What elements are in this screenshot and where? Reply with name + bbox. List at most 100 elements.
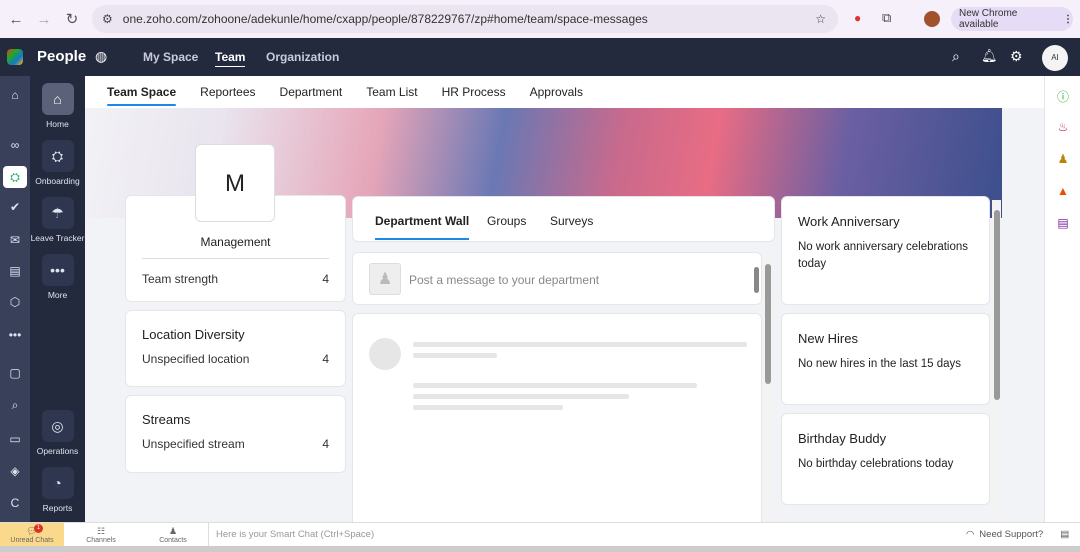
site-settings-icon[interactable]: ⚙ <box>102 12 113 26</box>
reload-icon[interactable]: ↻ <box>58 10 86 28</box>
more-apps-icon[interactable]: ••• <box>0 328 30 342</box>
search-app-icon[interactable]: ⌕ <box>0 398 30 413</box>
tab-team-space[interactable]: Team Space <box>107 76 177 108</box>
card-title: Streams <box>142 412 191 427</box>
post-composer[interactable]: ♟ Post a message to your department <box>352 252 762 305</box>
bookmark-star-icon[interactable]: ☆ <box>815 12 826 26</box>
sidebar-item-onboarding[interactable]: ⛭ Onboarding <box>30 140 85 186</box>
people-app-icon[interactable]: ⛭ <box>3 166 27 188</box>
forward-icon[interactable]: → <box>30 11 58 28</box>
feed-scrollbar-thumb[interactable] <box>765 264 771 384</box>
headset-icon: ◠ <box>966 529 975 540</box>
unread-chats-button[interactable]: 💬︎ 1 Unread Chats <box>0 523 64 546</box>
tab-hr-process[interactable]: HR Process <box>442 76 506 108</box>
globe-icon[interactable]: ◍ <box>95 48 107 65</box>
feed-scrollbar-track[interactable] <box>764 254 772 522</box>
skeleton-avatar <box>369 338 401 370</box>
unread-label: Unread Chats <box>10 537 54 544</box>
new-chrome-button[interactable]: New Chrome available ⋮ <box>951 7 1073 31</box>
tab-groups[interactable]: Groups <box>487 214 526 228</box>
bell-icon[interactable]: 🔔︎ <box>981 48 998 64</box>
c-app-icon[interactable]: C <box>0 496 30 510</box>
tab-surveys[interactable]: Surveys <box>550 214 593 228</box>
sidebar-item-home[interactable]: ⌂ Home <box>30 83 85 129</box>
wallet-icon[interactable]: ▭ <box>0 432 30 446</box>
sidebar-label: Leave Tracker <box>30 233 85 243</box>
widgets-scrollbar-thumb[interactable] <box>993 210 1000 400</box>
check-icon[interactable]: ✔ <box>0 200 30 214</box>
link-icon[interactable]: ∞ <box>0 138 30 152</box>
team-tabs: Team Space Reportees Department Team Lis… <box>85 76 1044 108</box>
notes-icon[interactable]: ▢ <box>0 366 30 380</box>
contacts-icon: ♟ <box>168 526 178 536</box>
nav-team[interactable]: Team <box>215 50 246 67</box>
post-placeholder[interactable]: Post a message to your department <box>409 273 599 287</box>
wall-tabs: Department Wall Groups Surveys <box>352 196 775 242</box>
team-strength-label: Team strength <box>142 272 219 286</box>
extensions-puzzle-icon[interactable]: ⧉ <box>882 10 891 26</box>
cube-icon[interactable]: ⬡ <box>0 295 30 309</box>
app-name: People <box>37 48 87 65</box>
chat-bar: 💬︎ 1 Unread Chats ☷ Channels ♟ Contacts He… <box>0 522 1080 546</box>
scrollbar[interactable] <box>754 267 759 293</box>
sidebar-item-leave-tracker[interactable]: ☂ Leave Tracker <box>30 197 85 243</box>
notes-icon[interactable]: ▤ <box>1055 216 1071 232</box>
tab-department-wall[interactable]: Department Wall <box>375 214 470 240</box>
home-icon: ⌂ <box>41 83 74 115</box>
tab-department[interactable]: Department <box>280 76 343 108</box>
back-icon[interactable]: ← <box>2 11 30 28</box>
need-support-button[interactable]: ◠ Need Support? ▤ <box>960 523 1069 546</box>
notes-icon[interactable]: ▤ <box>1060 529 1069 540</box>
widget-title: Birthday Buddy <box>798 431 887 446</box>
onboarding-icon: ⛭ <box>41 140 74 172</box>
location-diversity-card: Location Diversity Unspecified location 4 <box>125 310 346 387</box>
module-sidebar: ⌂ Home ⛭ Onboarding ☂ Leave Tracker ••• More… <box>30 76 85 522</box>
cake-icon[interactable]: ♨ <box>1055 120 1071 136</box>
smart-chat-input[interactable]: Here is your Smart Chat (Ctrl+Space) <box>208 523 960 546</box>
nav-organization[interactable]: Organization <box>266 50 339 64</box>
team-strength-value: 4 <box>322 272 329 286</box>
feed-loading <box>352 313 762 528</box>
sidebar-label: Operations <box>36 446 79 456</box>
home-icon[interactable]: ⌂ <box>0 88 30 102</box>
stream-count: 4 <box>322 437 329 451</box>
tab-reportees[interactable]: Reportees <box>200 76 255 108</box>
tag-icon[interactable]: ◈ <box>0 464 30 478</box>
user-icon[interactable]: ♟ <box>1055 152 1071 168</box>
user-placeholder-icon: ♟ <box>369 263 401 295</box>
help-icon[interactable]: ⓘ <box>1055 88 1071 104</box>
sidebar-label: Home <box>46 119 69 129</box>
widget-text: No birthday celebrations today <box>798 458 954 470</box>
leave-icon: ☂ <box>41 197 74 229</box>
department-name: Management <box>200 235 271 249</box>
nav-my-space[interactable]: My Space <box>143 50 198 64</box>
url-text: one.zoho.com/zohoone/adekunle/home/cxapp… <box>122 12 648 26</box>
extension-icon[interactable]: ● <box>854 11 861 25</box>
widgets-scrollbar[interactable] <box>992 200 1001 522</box>
widget-title: New Hires <box>798 331 858 346</box>
card-title: Location Diversity <box>142 327 245 342</box>
right-quick-rail: ⓘ ♨ ♟ ▲ ▤ <box>1044 76 1080 522</box>
sidebar-item-more[interactable]: ••• More <box>30 254 85 300</box>
work-anniversary-widget: Work Anniversary No work anniversary cel… <box>781 196 990 305</box>
gear-icon[interactable]: ⚙ <box>1010 48 1023 65</box>
user-avatar[interactable]: AI <box>1042 45 1068 71</box>
sidebar-item-operations[interactable]: ◎ Operations <box>30 410 85 456</box>
search-icon[interactable]: ⌕ <box>952 48 960 65</box>
operations-icon: ◎ <box>41 410 74 442</box>
stream-label: Unspecified stream <box>142 437 245 451</box>
forms-icon[interactable]: ▤ <box>0 264 30 278</box>
taskbar <box>0 546 1080 552</box>
rocket-icon[interactable]: ▲ <box>1055 184 1071 200</box>
contacts-button[interactable]: ♟ Contacts <box>138 523 208 546</box>
mail-icon[interactable]: ✉ <box>0 233 30 247</box>
sidebar-label: More <box>47 290 68 300</box>
tab-team-list[interactable]: Team List <box>366 76 417 108</box>
sidebar-label: Reports <box>42 503 73 513</box>
tab-approvals[interactable]: Approvals <box>530 76 583 108</box>
address-bar[interactable]: ⚙ one.zoho.com/zohoone/adekunle/home/cxap… <box>92 5 838 33</box>
profile-avatar[interactable] <box>924 11 940 27</box>
channels-button[interactable]: ☷ Channels <box>64 523 138 546</box>
unread-badge: 1 <box>34 524 43 533</box>
sidebar-item-reports[interactable]: ◔ Reports <box>30 467 85 513</box>
